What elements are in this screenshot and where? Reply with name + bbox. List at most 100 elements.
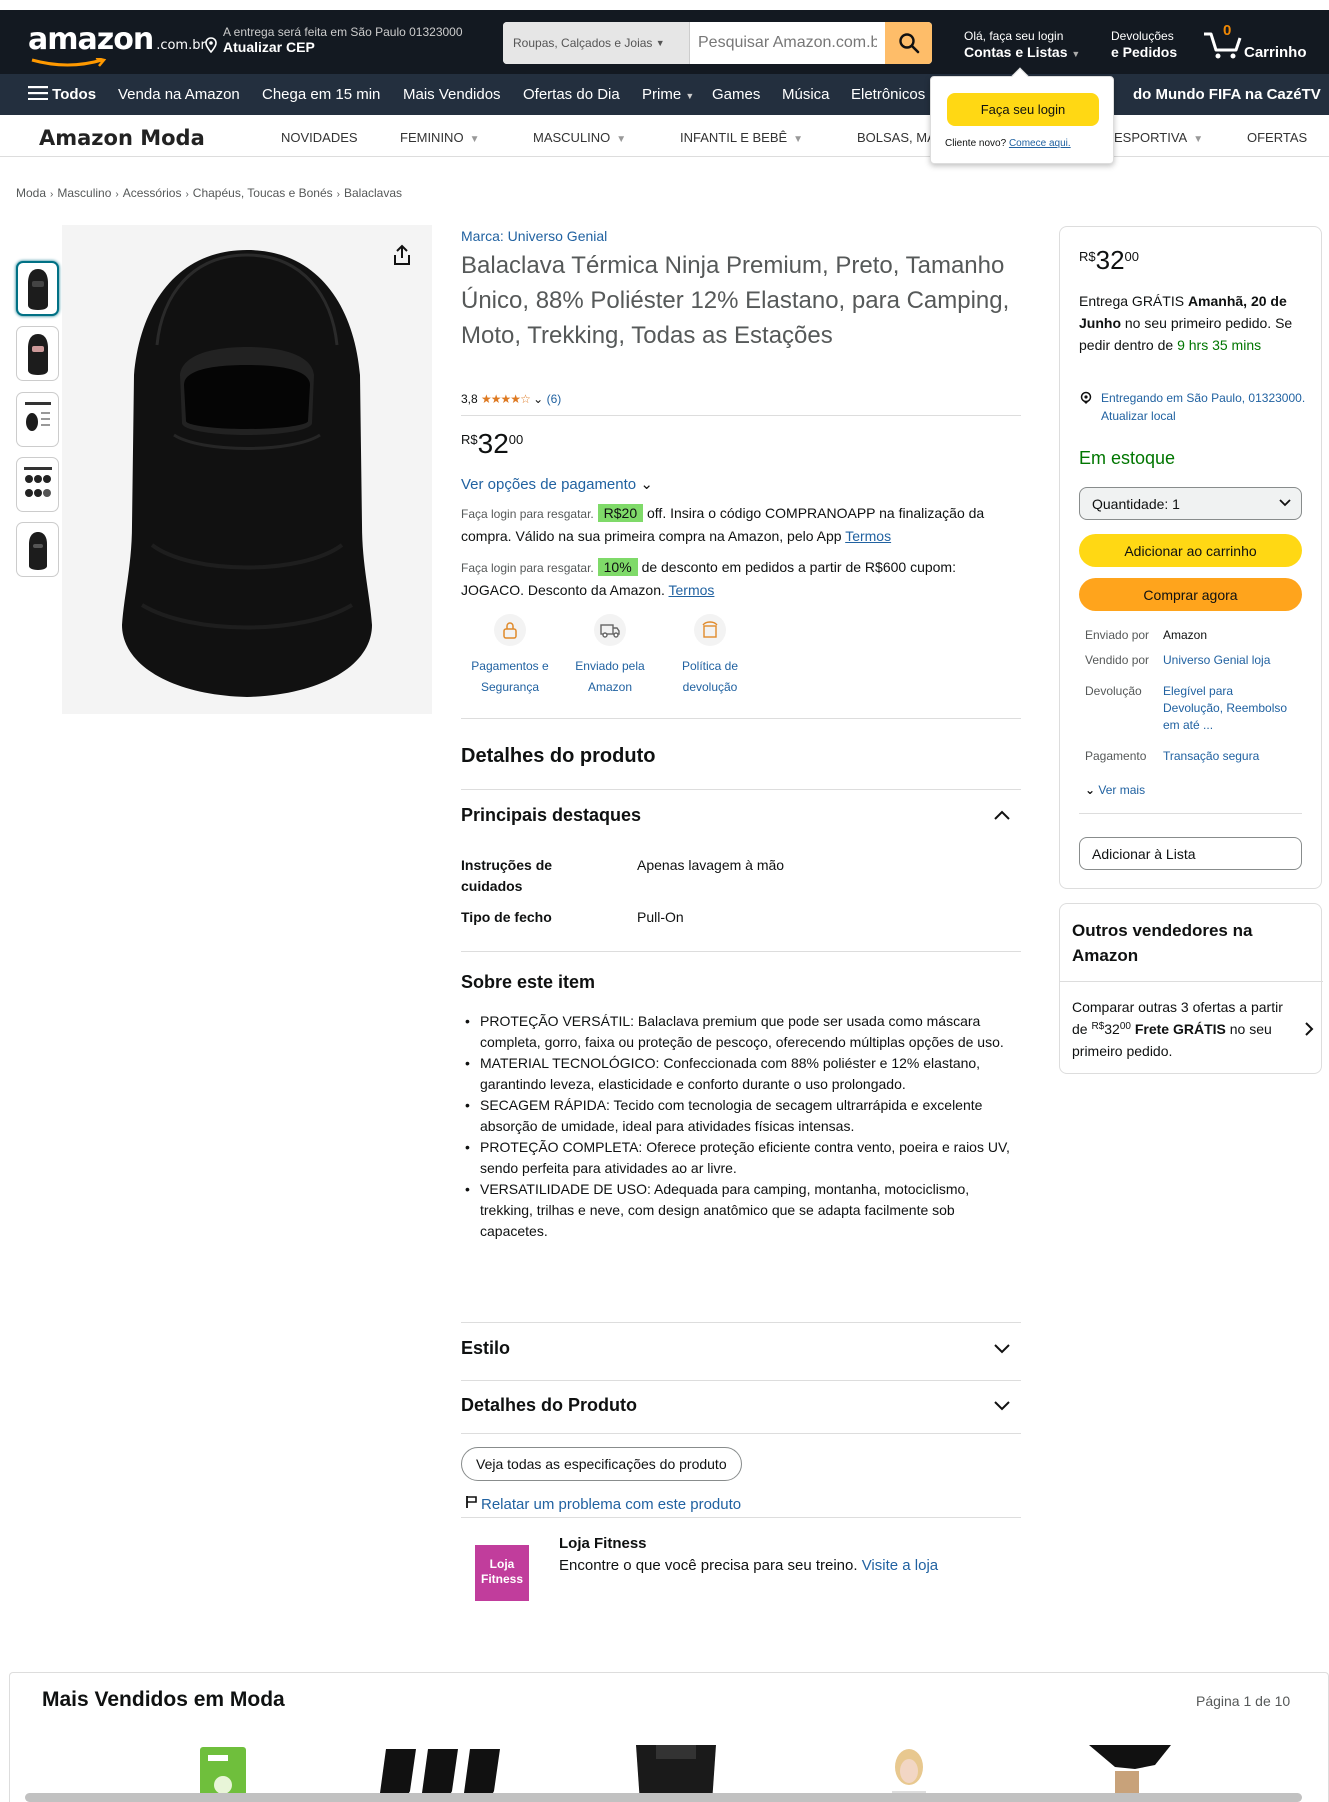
amazon-logo[interactable]: amazon .com.br	[28, 22, 206, 57]
horizontal-scrollbar[interactable]	[25, 1793, 1302, 1802]
nav-promo-link[interactable]: do Mundo FIFA na CazéTV	[1133, 86, 1321, 103]
balaclava-image	[122, 250, 372, 697]
nav-item-music[interactable]: Música	[782, 86, 830, 103]
nav-item-bestsellers[interactable]: Mais Vendidos	[403, 86, 501, 103]
breadcrumb-item[interactable]: Balaclavas	[344, 186, 402, 200]
subnav-feminino[interactable]: FEMININO ▼	[400, 130, 479, 145]
subnav-brand[interactable]: Amazon Moda	[39, 126, 205, 150]
add-to-cart-button[interactable]: Adicionar ao carrinho	[1079, 534, 1302, 567]
caret-down-icon: ▼	[469, 134, 480, 145]
nav-item-sell[interactable]: Venda na Amazon	[118, 86, 240, 103]
subnav-ofertas[interactable]: OFERTAS	[1247, 130, 1307, 145]
other-sellers-box[interactable]: Outros vendedores na Amazon Comparar out…	[1059, 903, 1323, 1074]
rating-count[interactable]: (6)	[547, 392, 562, 406]
add-to-list-button[interactable]: Adicionar à Lista	[1079, 837, 1302, 870]
thumbnail-4[interactable]	[16, 457, 59, 512]
delivery-location-link[interactable]: Entregando em São Paulo, 01323000. Atual…	[1079, 389, 1309, 425]
subnav-novidades[interactable]: NOVIDADES	[281, 130, 358, 145]
nav-item-deals[interactable]: Ofertas do Dia	[523, 86, 620, 103]
thumbnail-3[interactable]	[16, 392, 59, 447]
price-fraction: 00	[1119, 1021, 1131, 1032]
divider	[461, 718, 1021, 719]
returns-orders[interactable]: Devoluções e Pedidos	[1111, 28, 1177, 60]
all-specs-button[interactable]: Veja todas as especificações do produto	[461, 1447, 742, 1481]
breadcrumb-item[interactable]: Masculino	[57, 186, 111, 200]
feature-return-policy[interactable]: Política de devolução	[660, 614, 760, 698]
thumbnail-2[interactable]	[16, 326, 59, 381]
return-policy-link[interactable]: Elegível para Devolução, Reembolso em at…	[1163, 683, 1293, 734]
divider	[461, 1517, 1021, 1518]
breadcrumb-item[interactable]: Moda	[16, 186, 46, 200]
thumbnail-1[interactable]	[16, 261, 59, 316]
logo-tld: .com.br	[156, 38, 206, 53]
product-details-accordion[interactable]: Detalhes do Produto	[461, 1395, 1021, 1416]
subnav-infantil[interactable]: INFANTIL E BEBÊ ▼	[680, 130, 803, 145]
payment-security-link[interactable]: Transação segura	[1163, 748, 1293, 765]
share-button[interactable]	[392, 244, 412, 269]
free-shipping-label: Frete GRÁTIS	[1134, 1021, 1226, 1037]
spec-value: Apenas lavagem à mão	[637, 857, 785, 873]
hamburger-icon	[28, 86, 48, 101]
caret-down-icon: ▼	[616, 134, 627, 145]
thumbnail-5[interactable]	[16, 522, 59, 577]
new-customer-text: Cliente novo? Comece aqui.	[945, 138, 1071, 149]
nav-item-games[interactable]: Games	[712, 86, 760, 103]
divider	[461, 1380, 1021, 1381]
subnav-esportiva[interactable]: ESPORTIVA ▼	[1114, 130, 1203, 145]
terms-link[interactable]: Termos	[845, 528, 891, 544]
login-flyout: Faça seu login Cliente novo? Comece aqui…	[930, 67, 1114, 164]
info-key: Pagamento	[1085, 749, 1147, 763]
brand-link[interactable]: Marca: Universo Genial	[461, 228, 607, 244]
caret-down-icon: ▼	[1071, 49, 1081, 59]
report-problem-link[interactable]: Relatar um problema com este produto	[465, 1495, 741, 1513]
breadcrumb-item[interactable]: Acessórios	[123, 186, 182, 200]
nav-item-electronics[interactable]: Eletrônicos	[851, 86, 925, 103]
flag-icon	[466, 1496, 477, 1508]
search-button[interactable]	[885, 22, 932, 64]
info-key: Vendido por	[1085, 653, 1150, 667]
nav-item-fast-delivery[interactable]: Chega em 15 min	[262, 86, 380, 103]
nav-all-menu[interactable]: Todos	[28, 86, 96, 103]
store-logo[interactable]: Loja Fitness	[475, 1545, 529, 1601]
buy-now-button[interactable]: Comprar agora	[1079, 578, 1302, 611]
product-main-image[interactable]	[62, 225, 432, 714]
price-whole: 32	[477, 428, 509, 459]
product-details-heading: Detalhes do produto	[461, 745, 656, 767]
account-lists[interactable]: Olá, faça seu login Contas e Listas ▼	[964, 28, 1080, 62]
rating-value: 3,8	[461, 392, 478, 406]
rating-summary[interactable]: 3,8 ★★★★☆ ⌄ (6)	[461, 392, 561, 406]
bestsellers-carousel: Mais Vendidos em Moda Página 1 de 10	[9, 1672, 1329, 1802]
product-title: Balaclava Térmica Ninja Premium, Preto, …	[461, 252, 1010, 349]
caret-down-icon: ▼	[1193, 134, 1204, 145]
divider	[461, 1322, 1021, 1323]
chevron-down-icon: ⌄	[533, 392, 544, 406]
breadcrumb-item[interactable]: Chapéus, Toucas e Bonés	[193, 186, 333, 200]
nav-item-prime[interactable]: Prime ▼	[642, 86, 694, 103]
search-icon	[898, 33, 919, 54]
subnav-masculino[interactable]: MASCULINO ▼	[533, 130, 626, 145]
subnav-bolsas[interactable]: BOLSAS, MA	[857, 130, 936, 145]
product-price: R$3200	[461, 428, 523, 460]
feature-shipped-by-amazon[interactable]: Enviado pela Amazon	[560, 614, 660, 698]
terms-link[interactable]: Termos	[669, 582, 715, 598]
location-pin-icon	[1080, 391, 1092, 404]
payment-options-link[interactable]: Ver opções de pagamento ⌄	[461, 475, 653, 493]
quantity-select[interactable]: Quantidade: 1	[1079, 487, 1302, 520]
style-accordion[interactable]: Estilo	[461, 1338, 1021, 1359]
visit-store-link[interactable]: Visite a loja	[862, 1557, 938, 1574]
account-lists-label: Contas e Listas	[964, 44, 1068, 60]
start-here-link[interactable]: Comece aqui.	[1009, 138, 1071, 149]
seller-link[interactable]: Universo Genial loja	[1163, 652, 1293, 669]
feature-payment-security[interactable]: Pagamentos e Segurança	[460, 614, 560, 698]
delivery-location[interactable]: A entrega será feita em São Paulo 013230…	[204, 25, 463, 55]
highlights-accordion[interactable]: Principais destaques	[461, 805, 1021, 826]
product-details-heading: Detalhes do Produto	[461, 1395, 638, 1415]
cart-button[interactable]: 0 Carrinho	[1202, 22, 1312, 62]
flyout-login-button[interactable]: Faça seu login	[947, 93, 1099, 126]
search-category-select[interactable]: Roupas, Calçados e Joias ▼	[503, 22, 690, 64]
main-nav: Todos Venda na Amazon Chega em 15 min Ma…	[0, 74, 1329, 115]
search-input[interactable]	[690, 22, 885, 64]
chevron-down-icon: ⌄	[1085, 783, 1096, 797]
see-more-link[interactable]: ⌄ Ver mais	[1085, 783, 1145, 797]
price-fraction: 00	[508, 432, 524, 447]
